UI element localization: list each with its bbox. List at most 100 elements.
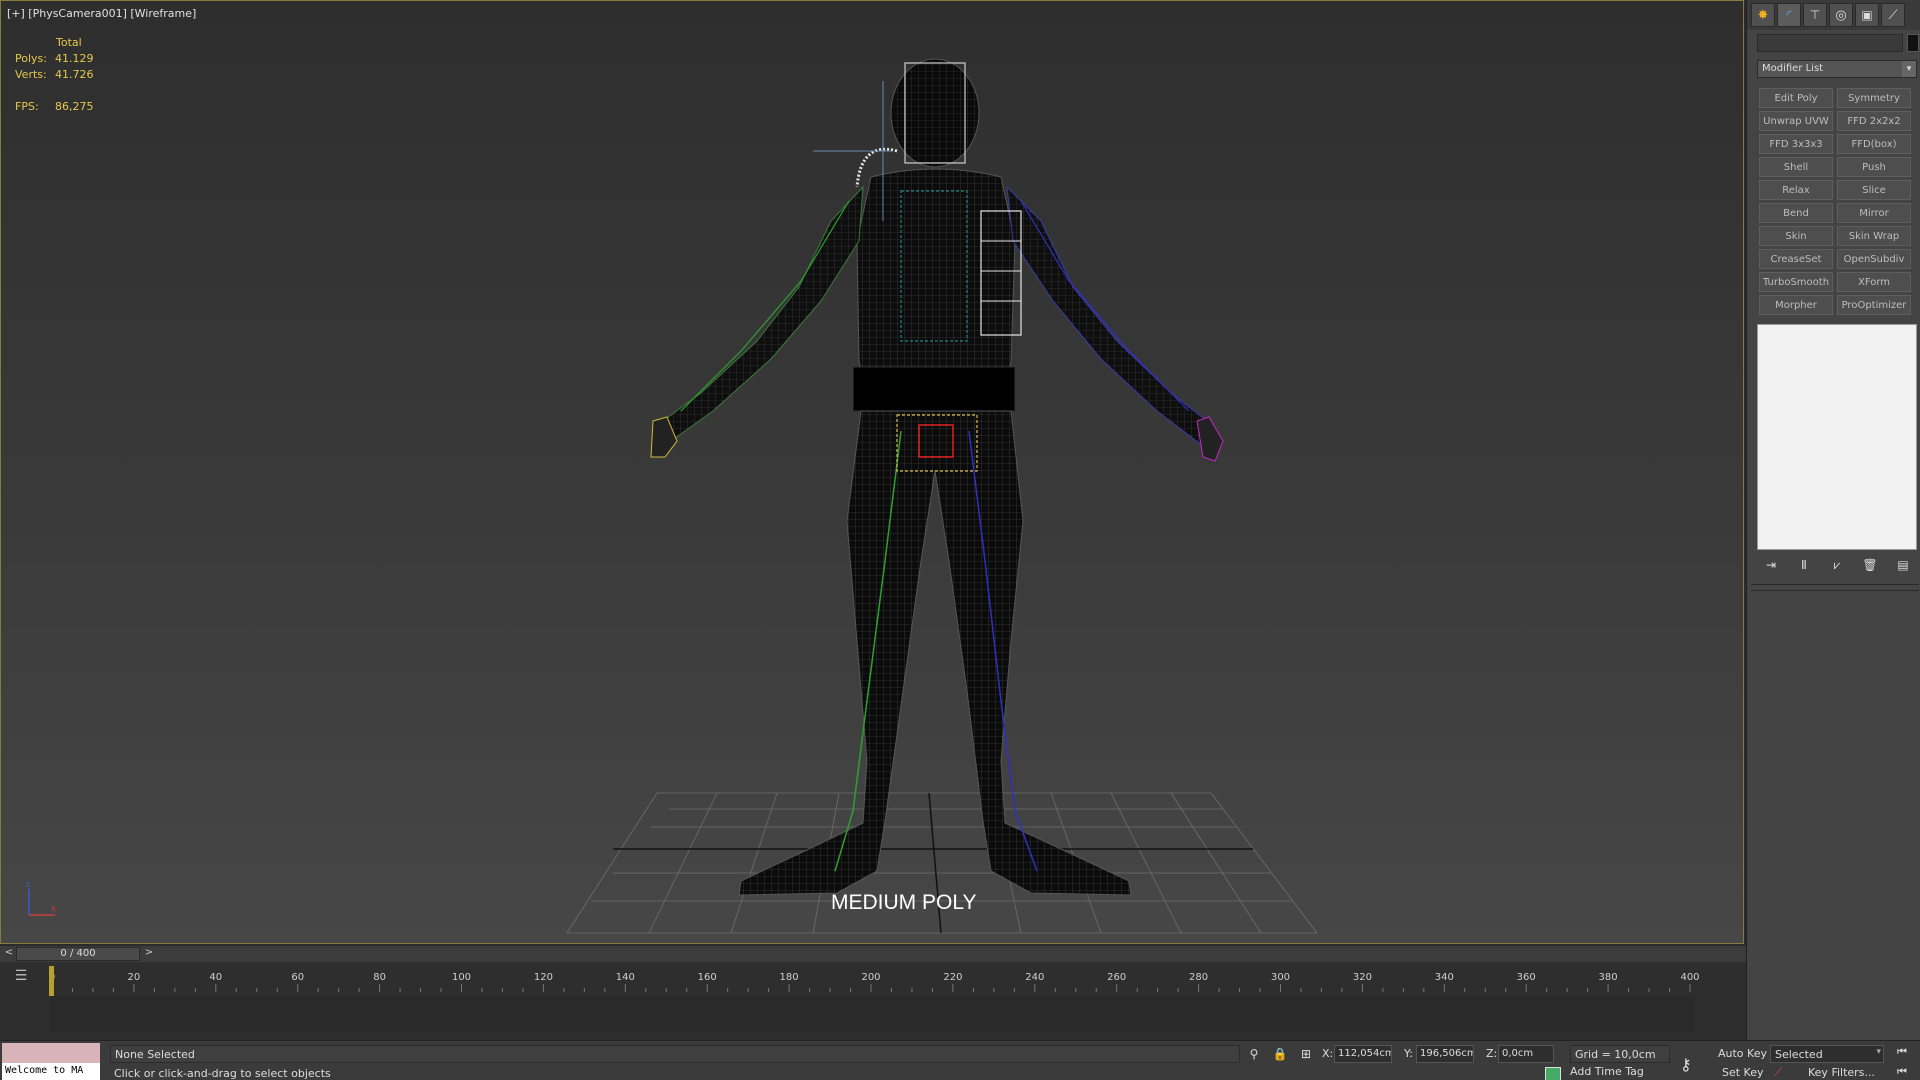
stats-polys: Polys: 41.129 xyxy=(15,51,94,67)
polys-value: 41.129 xyxy=(55,52,94,65)
time-slider-prev-button[interactable]: < xyxy=(2,947,16,961)
ruler-label: 400 xyxy=(1680,972,1699,983)
open-mini-curve-editor-icon[interactable]: ☰ xyxy=(10,968,32,986)
ffd-box-button[interactable]: FFD(box) xyxy=(1837,134,1911,154)
configure-modifier-sets-icon[interactable]: ▤ xyxy=(1895,557,1911,573)
chevron-down-icon: ▾ xyxy=(1876,1047,1881,1057)
panel-divider xyxy=(1751,590,1919,591)
symmetry-button[interactable]: Symmetry xyxy=(1837,88,1911,108)
polys-label: Polys: xyxy=(15,52,47,65)
unwrap-uvw-button[interactable]: Unwrap UVW xyxy=(1759,111,1833,131)
skin-wrap-button[interactable]: Skin Wrap xyxy=(1837,226,1911,246)
ruler-label: 320 xyxy=(1353,972,1372,983)
relax-button[interactable]: Relax xyxy=(1759,180,1833,200)
key-selection-value: Selected xyxy=(1775,1048,1823,1061)
wireframe-scene[interactable] xyxy=(1,1,1744,944)
prooptimizer-button[interactable]: ProOptimizer xyxy=(1837,295,1911,315)
time-slider-thumb[interactable]: 0 / 400 xyxy=(16,947,140,961)
create-tab[interactable]: ✸ xyxy=(1751,3,1775,27)
selection-lock-icon[interactable]: 🔒 xyxy=(1272,1047,1288,1061)
display-icon: ▣ xyxy=(1861,8,1873,22)
maxscript-input[interactable]: Welcome to MA xyxy=(2,1063,100,1080)
stats-fps: FPS: 86,275 xyxy=(15,99,94,115)
pin-stack-icon[interactable]: ⇥ xyxy=(1763,557,1779,573)
modifier-stack-toolbar: ⇥ Ⅱ ⩗ 🗑 ▤ xyxy=(1757,556,1917,574)
remove-modifier-icon[interactable]: 🗑 xyxy=(1862,557,1878,573)
hierarchy-tab[interactable]: ⊤ xyxy=(1803,3,1827,27)
svg-text:x: x xyxy=(51,904,56,913)
ruler-label: 80 xyxy=(373,972,386,983)
create-icon: ✸ xyxy=(1757,7,1769,23)
ruler-label: 100 xyxy=(452,972,471,983)
modify-tab[interactable]: ◜ xyxy=(1777,3,1801,27)
default-tangent-icon[interactable]: ⟋ xyxy=(1774,1065,1782,1080)
time-tag-icon[interactable] xyxy=(1545,1067,1561,1080)
motion-icon: ◎ xyxy=(1835,7,1847,23)
skin-button[interactable]: Skin xyxy=(1759,226,1833,246)
key-icon[interactable]: ⚷ xyxy=(1680,1055,1692,1074)
slice-button[interactable]: Slice xyxy=(1837,180,1911,200)
x-coord-label: X: xyxy=(1322,1047,1334,1060)
opensubdiv-button[interactable]: OpenSubdiv xyxy=(1837,249,1911,269)
show-end-result-icon[interactable]: Ⅱ xyxy=(1796,557,1812,573)
ruler-label: 280 xyxy=(1189,972,1208,983)
time-slider-next-button[interactable]: > xyxy=(142,947,156,961)
modifier-stack-list[interactable] xyxy=(1757,324,1917,550)
modifier-list-label: Modifier List xyxy=(1762,63,1824,74)
modify-icon: ◜ xyxy=(1786,7,1792,23)
ruler-label: 340 xyxy=(1435,972,1454,983)
set-key-button[interactable]: Set Key xyxy=(1722,1066,1764,1079)
stats-verts: Verts: 41.726 xyxy=(15,67,94,83)
creaseset-button[interactable]: CreaseSet xyxy=(1759,249,1833,269)
ruler-label: 140 xyxy=(616,972,635,983)
motion-tab[interactable]: ◎ xyxy=(1829,3,1853,27)
previous-key-icon[interactable]: ⏮ xyxy=(1892,1065,1912,1080)
ffd-2x2x2-button[interactable]: FFD 2x2x2 xyxy=(1837,111,1911,131)
edit-poly-button[interactable]: Edit Poly xyxy=(1759,88,1833,108)
ruler-label: 160 xyxy=(698,972,717,983)
perspective-viewport[interactable]: [+] [PhysCamera001] [Wireframe] Total Po… xyxy=(0,0,1744,944)
push-button[interactable]: Push xyxy=(1837,157,1911,177)
go-to-start-icon[interactable]: ⏮ xyxy=(1892,1045,1912,1061)
mirror-button[interactable]: Mirror xyxy=(1837,203,1911,223)
object-name-field[interactable] xyxy=(1757,34,1903,52)
xform-button[interactable]: XForm xyxy=(1837,272,1911,292)
utilities-tab[interactable]: ⟋ xyxy=(1881,3,1905,27)
add-time-tag-button[interactable]: Add Time Tag xyxy=(1570,1065,1644,1078)
axis-tripod-icon: z x xyxy=(26,881,56,916)
isolate-selection-icon[interactable]: ⚲ xyxy=(1246,1047,1262,1061)
ruler-label: 200 xyxy=(861,972,880,983)
shell-button[interactable]: Shell xyxy=(1759,157,1833,177)
status-bar: Welcome to MA None Selected Click or cli… xyxy=(0,1040,1920,1080)
z-coord-label: Z: xyxy=(1486,1047,1498,1060)
object-color-swatch[interactable] xyxy=(1907,34,1919,52)
y-coord-field[interactable]: 196,506cm xyxy=(1416,1045,1474,1063)
modifier-list-dropdown[interactable]: Modifier List ▾ xyxy=(1757,60,1917,78)
time-slider[interactable]: < 0 / 400 > xyxy=(0,946,1746,962)
x-coord-field[interactable]: 112,054cm xyxy=(1334,1045,1392,1063)
z-coord-field[interactable]: 0,0cm xyxy=(1498,1045,1554,1063)
turbosmooth-button[interactable]: TurboSmooth xyxy=(1759,272,1833,292)
maxscript-listener-mini[interactable] xyxy=(2,1043,100,1063)
auto-key-button[interactable]: Auto Key xyxy=(1718,1047,1767,1060)
ruler-label: 360 xyxy=(1517,972,1536,983)
key-selection-dropdown[interactable]: Selected ▾ xyxy=(1770,1045,1884,1063)
ruler-label: 20 xyxy=(128,972,141,983)
ruler-label: 40 xyxy=(209,972,222,983)
morpher-button[interactable]: Morpher xyxy=(1759,295,1833,315)
viewport-label-menu[interactable]: [+] [PhysCamera001] [Wireframe] xyxy=(7,7,196,20)
bend-button[interactable]: Bend xyxy=(1759,203,1833,223)
absolute-mode-transform-icon[interactable]: ⊞ xyxy=(1298,1047,1314,1061)
make-unique-icon[interactable]: ⩗ xyxy=(1829,557,1845,573)
frame-ruler[interactable]: 0204060801001201401601802002202402602803… xyxy=(0,962,1746,996)
prompt-line: Click or click-and-drag to select object… xyxy=(114,1067,331,1080)
command-panel: ✸ ◜ ⊤ ◎ ▣ ⟋ Modifier List ▾ Edit Poly Sy… xyxy=(1746,0,1920,1040)
ruler-label: 260 xyxy=(1107,972,1126,983)
track-bar[interactable]: 0204060801001201401601802002202402602803… xyxy=(0,962,1746,1040)
track-bar-keys-area[interactable] xyxy=(50,996,1694,1032)
display-tab[interactable]: ▣ xyxy=(1855,3,1879,27)
ffd-3x3x3-button[interactable]: FFD 3x3x3 xyxy=(1759,134,1833,154)
playhead[interactable] xyxy=(49,966,54,996)
key-filters-button[interactable]: Key Filters... xyxy=(1808,1066,1875,1079)
ruler-label: 380 xyxy=(1599,972,1618,983)
